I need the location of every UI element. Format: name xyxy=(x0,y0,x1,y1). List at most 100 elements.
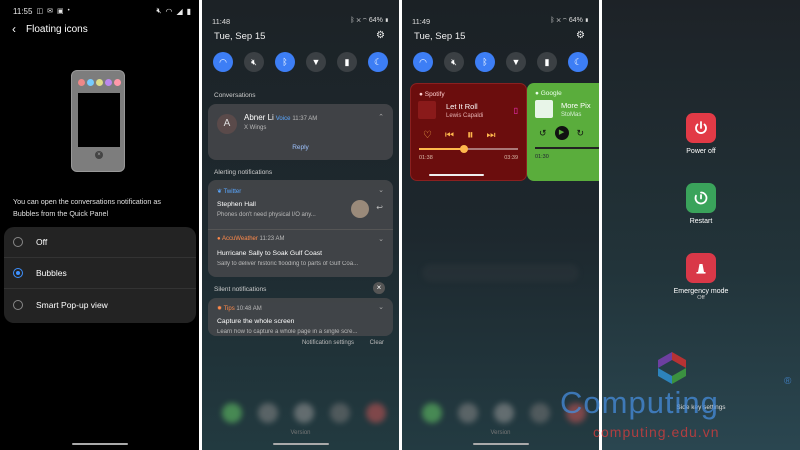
option-label: Off xyxy=(36,237,48,247)
flashlight-icon[interactable]: ▼ xyxy=(306,52,326,72)
mute-icon[interactable]: 🔇︎ xyxy=(444,52,464,72)
gesture-bar[interactable] xyxy=(71,443,128,445)
seek-progress xyxy=(419,148,464,150)
google-app-name: Google xyxy=(540,90,562,97)
night-mode-icon[interactable]: ☾ xyxy=(368,52,388,72)
reply-button[interactable]: Reply xyxy=(208,144,393,151)
restart-option[interactable]: Restart xyxy=(602,183,800,225)
close-icon[interactable]: × xyxy=(373,282,385,294)
section-conversations: Conversations xyxy=(214,92,256,99)
gesture-bar[interactable] xyxy=(472,443,529,445)
flashlight-icon[interactable]: ▼ xyxy=(506,52,526,72)
chevron-up-icon[interactable]: ⌃ xyxy=(378,113,384,121)
device-icon[interactable]: ▯ xyxy=(514,106,518,115)
date: Tue, Sep 15 xyxy=(214,31,266,42)
gear-icon[interactable]: ⚙ xyxy=(376,30,385,41)
next-icon[interactable]: ⏭ xyxy=(486,130,495,141)
forward-icon[interactable]: ↻ xyxy=(577,128,585,139)
signal-icon: ◢ xyxy=(176,6,183,16)
tips-card[interactable]: ✹ Tips 10:48 AM ⌄ Capture the whole scre… xyxy=(208,298,393,336)
seek-bar[interactable] xyxy=(419,145,518,153)
section-alerting: Alerting notifications xyxy=(214,169,273,176)
restart-icon[interactable] xyxy=(686,183,716,213)
play-icon[interactable]: ▶ xyxy=(554,126,569,140)
radio-smart-popup[interactable] xyxy=(13,299,23,310)
emergency-mode-option[interactable]: Emergency mode Off xyxy=(602,253,800,301)
timestamp: 11:37 AM xyxy=(292,116,318,122)
gesture-bar[interactable] xyxy=(272,443,329,445)
emergency-icon[interactable] xyxy=(686,253,716,283)
spotify-media-card[interactable]: ● Spotify Let It Roll Lewis Capaldi ▯ ♡ … xyxy=(410,83,527,181)
power-off-label: Power off xyxy=(686,148,716,155)
bluetooth-icon[interactable]: ᛒ xyxy=(475,52,495,72)
tips-app-name: Tips xyxy=(223,306,235,312)
option-bubbles[interactable]: Bubbles xyxy=(4,258,196,289)
wifi-icon[interactable]: ◠ xyxy=(213,52,233,72)
bubble-dot xyxy=(87,79,94,86)
emergency-mode-state: Off xyxy=(697,295,705,301)
seek-bar[interactable] xyxy=(535,147,599,149)
blurred-app-icon xyxy=(222,403,242,423)
radio-off[interactable] xyxy=(13,237,23,247)
chevron-down-icon[interactable]: ⌄ xyxy=(378,186,384,194)
elapsed-time: 01:30 xyxy=(535,154,549,160)
power-icon[interactable] xyxy=(686,113,716,143)
twitter-body: Phones don't need physical I/O any... xyxy=(217,212,316,218)
app-name: Voice xyxy=(275,116,291,122)
heart-icon[interactable]: ♡ xyxy=(423,130,432,141)
night-mode-icon[interactable]: ☾ xyxy=(568,52,588,72)
mute-icon[interactable]: 🔇︎ xyxy=(244,52,264,72)
rewind-icon[interactable]: ↺ xyxy=(539,128,547,139)
phone-preview-illustration: × xyxy=(71,70,125,172)
battery-icon: ▮ xyxy=(584,17,589,24)
alerting-group: ❦ Twitter ⌄ Stephen Hall Phones don't ne… xyxy=(208,180,393,277)
watermark: Computing ® computing.edu.vn xyxy=(560,348,798,448)
twitter-app-label: ❦ Twitter xyxy=(217,188,241,195)
bubble-dot xyxy=(96,79,103,86)
bluetooth-status-icon: ᛒ xyxy=(350,17,355,24)
gear-icon[interactable]: ⚙ xyxy=(576,30,585,41)
mute-status-icon: ✕ xyxy=(556,17,561,24)
status-right: ᛒ ✕ ◠ 64% ▮ xyxy=(350,17,389,24)
date: Tue, Sep 15 xyxy=(414,31,466,42)
chevron-down-icon[interactable]: ⌄ xyxy=(378,235,384,243)
bubble-dot xyxy=(105,79,112,86)
page-title: Floating icons xyxy=(26,23,88,35)
battery-saver-icon[interactable]: ▮ xyxy=(537,52,557,72)
battery-saver-icon[interactable]: ▮ xyxy=(337,52,357,72)
bluetooth-icon[interactable]: ᛒ xyxy=(275,52,295,72)
dot-icon: • xyxy=(67,8,70,14)
twitter-icon: ❦ xyxy=(217,189,224,195)
radio-bubbles[interactable] xyxy=(13,268,23,278)
weather-body: Sally to deliver historic flooding to pa… xyxy=(217,261,359,267)
options-list: Off Bubbles Smart Pop-up view xyxy=(4,227,196,323)
option-label: Smart Pop-up view xyxy=(36,299,108,310)
seek-handle[interactable] xyxy=(459,145,468,153)
option-off[interactable]: Off xyxy=(4,227,196,258)
version-label: Version xyxy=(290,430,311,436)
google-media-card[interactable]: ● Google More Pix StoMas ↺ ▶ ↻ 01:30 xyxy=(527,83,599,181)
total-time: 03:39 xyxy=(504,155,518,161)
floating-icons-screen: 11:55 ◫ ✉ ▣ • 🔇︎ ◠ ◢ ▮ ‹ Floating icons … xyxy=(0,0,199,450)
clear-button[interactable]: Clear xyxy=(370,340,384,346)
power-off-option[interactable]: Power off xyxy=(602,113,800,155)
blurred-app-icon xyxy=(330,403,350,423)
back-arrow-icon[interactable]: ‹ xyxy=(12,22,16,36)
option-smart-popup[interactable]: Smart Pop-up view xyxy=(4,289,196,320)
previous-icon[interactable]: ⏮ xyxy=(445,130,454,141)
notification-settings-button[interactable]: Notification settings xyxy=(302,340,354,346)
chevron-down-icon[interactable]: ⌄ xyxy=(378,303,384,311)
conversation-card[interactable]: A Abner Li Voice 11:37 AM X Wings ⌃ Repl… xyxy=(208,104,393,160)
computing-logo-icon xyxy=(658,352,686,384)
bluetooth-status-icon: ᛒ xyxy=(550,17,555,24)
blurred-app-icon xyxy=(294,403,314,423)
restart-label: Restart xyxy=(689,218,713,225)
twitter-title: Stephen Hall xyxy=(217,201,256,208)
reply-icon[interactable]: ↩ xyxy=(376,203,383,212)
pause-icon[interactable]: ⏸ xyxy=(467,127,474,143)
weather-time: 11:23 AM xyxy=(259,236,285,242)
status-bar: 11:55 ◫ ✉ ▣ • 🔇︎ ◠ ◢ ▮ xyxy=(13,5,191,17)
wifi-icon[interactable]: ◠ xyxy=(413,52,433,72)
preview-screen xyxy=(78,93,120,147)
battery-percent: 64% xyxy=(368,17,383,24)
